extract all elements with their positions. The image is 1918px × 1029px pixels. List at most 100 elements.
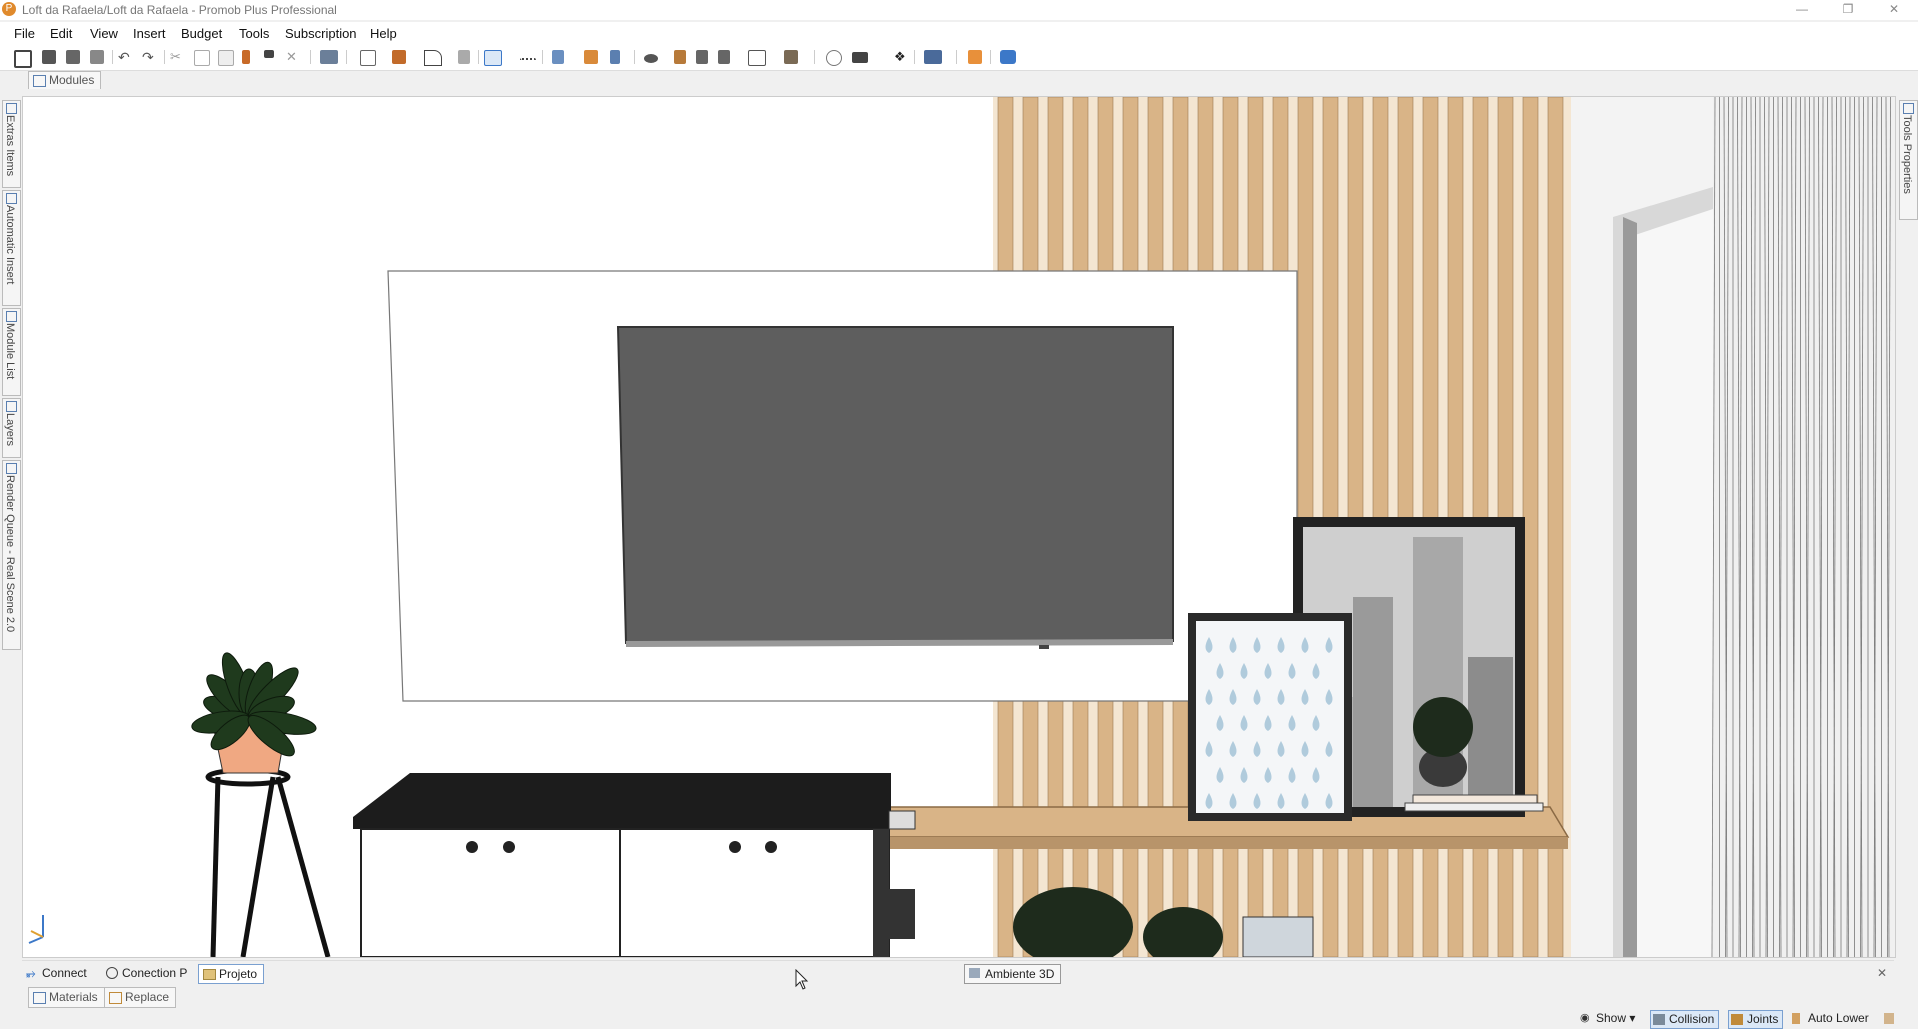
door-frame bbox=[1613, 187, 1713, 957]
eye-icon[interactable] bbox=[644, 54, 658, 63]
render-icon[interactable] bbox=[320, 50, 338, 64]
settings-icon[interactable] bbox=[1884, 1010, 1900, 1027]
cube-icon[interactable] bbox=[784, 50, 798, 64]
toolbar-separator bbox=[914, 50, 915, 64]
pan-icon[interactable]: ❖ bbox=[894, 50, 908, 64]
ambiente-3d-tab[interactable]: Ambiente 3D bbox=[964, 964, 1062, 984]
copy-icon[interactable] bbox=[194, 50, 210, 66]
undo-icon[interactable]: ↶ bbox=[118, 50, 132, 64]
next-view-icon[interactable] bbox=[718, 50, 730, 64]
redo-icon[interactable]: ↷ bbox=[142, 50, 156, 64]
auto-lower-toggle[interactable]: Auto Lower bbox=[1790, 1010, 1873, 1027]
connect-tab-label: Connect bbox=[42, 966, 87, 980]
extras-items-tab[interactable]: Extras Items bbox=[2, 100, 21, 188]
extras-items-label: Extras Items bbox=[4, 115, 16, 177]
menu-tools[interactable]: Tools bbox=[239, 26, 269, 41]
projeto-tab-label: Projeto bbox=[219, 967, 258, 981]
toolbar-separator bbox=[814, 50, 815, 64]
close-icon[interactable]: ✕ bbox=[1874, 0, 1914, 20]
save-icon[interactable] bbox=[14, 50, 32, 68]
3d-viewport[interactable] bbox=[22, 96, 1896, 958]
render-queue-icon bbox=[6, 463, 17, 474]
toolbar-separator bbox=[956, 50, 957, 64]
rotate-icon[interactable] bbox=[674, 50, 686, 64]
toolbar-separator bbox=[634, 50, 635, 64]
replace-tab-label: Replace bbox=[125, 990, 170, 1004]
camera-icon[interactable] bbox=[852, 52, 868, 63]
mirror-icon[interactable] bbox=[610, 50, 620, 64]
extras-icon bbox=[6, 103, 17, 114]
toolbar-separator bbox=[478, 50, 479, 64]
align-icon[interactable] bbox=[924, 50, 942, 64]
ambiente-icon bbox=[969, 968, 980, 978]
toolbar-separator bbox=[164, 50, 165, 64]
views-icon[interactable] bbox=[748, 50, 766, 66]
modules-tab[interactable]: Modules bbox=[28, 71, 102, 89]
paint-icon[interactable] bbox=[264, 50, 274, 58]
chevron-down-icon: ▾ bbox=[1629, 1011, 1636, 1025]
automatic-insert-tab[interactable]: Automatic Insert bbox=[2, 190, 21, 306]
document-tab-bar: ⥵ Connect Conection P Projeto Ambiente 3… bbox=[22, 960, 1894, 985]
menu-edit[interactable]: Edit bbox=[50, 26, 72, 41]
render-queue-tab[interactable]: Render Queue - Real Scene 2.0 bbox=[2, 460, 21, 650]
tools-icon[interactable] bbox=[826, 50, 842, 66]
print-preview-icon[interactable] bbox=[90, 50, 104, 64]
chat-icon[interactable] bbox=[1000, 50, 1016, 64]
delete-icon[interactable]: ✕ bbox=[286, 50, 300, 64]
prev-view-icon[interactable] bbox=[696, 50, 708, 64]
print-icon[interactable] bbox=[66, 50, 80, 64]
connect-tab[interactable]: ⥵ Connect bbox=[22, 964, 93, 982]
collision-icon bbox=[1653, 1014, 1665, 1025]
materials-tab[interactable]: Materials bbox=[28, 987, 105, 1008]
conection-p-tab-label: Conection P bbox=[122, 966, 188, 980]
conection-p-tab[interactable]: Conection P bbox=[102, 964, 193, 982]
module-list-label: Module List bbox=[4, 323, 16, 380]
toolbar-separator bbox=[310, 50, 311, 64]
projeto-tab[interactable]: Projeto bbox=[198, 964, 265, 984]
menu-budget[interactable]: Budget bbox=[181, 26, 222, 41]
render-queue-label: Render Queue - Real Scene 2.0 bbox=[4, 475, 16, 633]
menu-insert[interactable]: Insert bbox=[133, 26, 166, 41]
collision-label: Collision bbox=[1669, 1012, 1715, 1026]
promob-icon[interactable]: P bbox=[2, 2, 16, 16]
insert-icon[interactable] bbox=[360, 50, 376, 66]
layers-icon bbox=[6, 401, 17, 412]
material-icon[interactable] bbox=[552, 50, 564, 64]
toolbar-separator bbox=[346, 50, 347, 64]
minimize-icon[interactable]: — bbox=[1782, 0, 1822, 20]
replace-tab[interactable]: Replace bbox=[104, 987, 177, 1008]
layers-label: Layers bbox=[4, 413, 16, 447]
menu-help[interactable]: Help bbox=[370, 26, 397, 41]
table-icon[interactable] bbox=[458, 50, 470, 64]
close-tab-icon[interactable]: ✕ bbox=[1877, 966, 1887, 980]
edit-icon[interactable] bbox=[584, 50, 598, 64]
menu-file[interactable]: File bbox=[14, 26, 35, 41]
select-icon[interactable] bbox=[484, 50, 502, 66]
menu-subscription[interactable]: Subscription bbox=[285, 26, 357, 41]
joints-icon bbox=[1731, 1014, 1743, 1025]
folder-icon bbox=[203, 969, 216, 980]
materials-icon bbox=[33, 992, 46, 1004]
cut-icon[interactable]: ✂ bbox=[170, 50, 184, 64]
wrench-icon bbox=[1884, 1013, 1894, 1024]
show-button[interactable]: ◉ Show ▾ bbox=[1578, 1010, 1639, 1027]
measure-icon[interactable] bbox=[520, 58, 536, 64]
collision-toggle[interactable]: Collision bbox=[1650, 1010, 1720, 1029]
joints-toggle[interactable]: Joints bbox=[1728, 1010, 1784, 1029]
toolbar-separator bbox=[112, 50, 113, 64]
draw-icon[interactable] bbox=[424, 50, 442, 66]
raindrop-frame bbox=[1188, 613, 1352, 821]
module-list-tab[interactable]: Module List bbox=[2, 308, 21, 396]
right-panel-strip: Tools Properties bbox=[1898, 96, 1918, 956]
group-icon[interactable] bbox=[392, 50, 406, 64]
open-icon[interactable] bbox=[42, 50, 56, 64]
paste-icon[interactable] bbox=[218, 50, 234, 66]
restore-icon[interactable]: ❐ bbox=[1828, 0, 1868, 20]
menu-view[interactable]: View bbox=[90, 26, 118, 41]
tools-properties-tab[interactable]: Tools Properties bbox=[1899, 100, 1918, 220]
hammer-icon[interactable] bbox=[242, 50, 250, 64]
user-icon[interactable] bbox=[968, 50, 982, 64]
main-toolbar: ↶ ↷ ✂ ✕ ❖ bbox=[0, 46, 1918, 71]
automatic-insert-icon bbox=[6, 193, 17, 204]
layers-tab[interactable]: Layers bbox=[2, 398, 21, 458]
